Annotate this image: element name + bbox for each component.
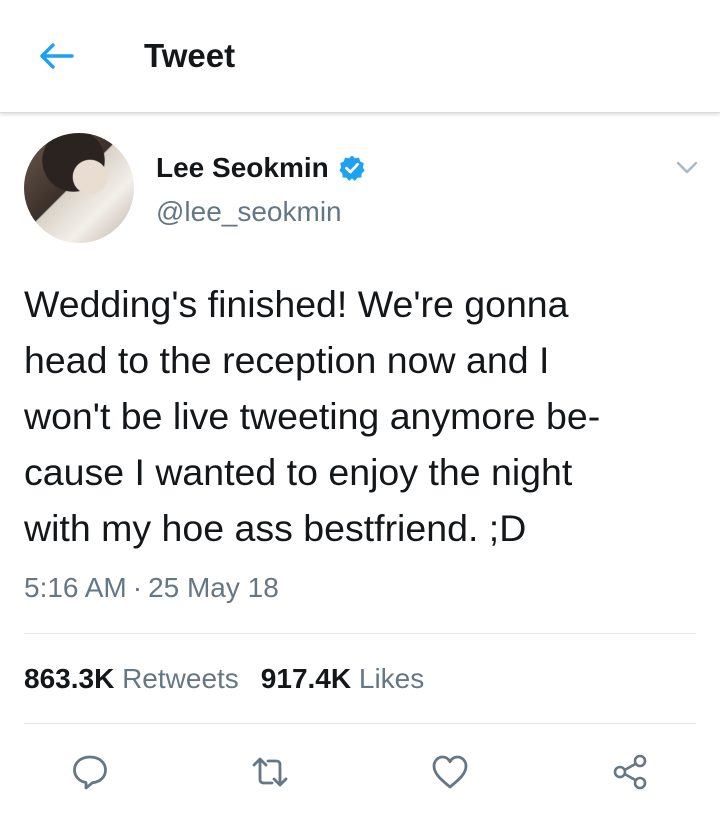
avatar[interactable] bbox=[24, 133, 134, 243]
retweet-icon bbox=[252, 757, 288, 787]
likes-stat[interactable]: 917.4K Likes bbox=[261, 663, 424, 694]
tweet-text-line: Wedding's finished! We're gonna bbox=[24, 283, 569, 325]
divider bbox=[24, 633, 696, 634]
tweet-text-line: won't be live tweeting anymore be- bbox=[24, 395, 601, 437]
tweet-text: Wedding's finished! We're gonna head to … bbox=[24, 276, 704, 556]
retweets-count: 863.3K bbox=[24, 663, 115, 694]
retweets-stat[interactable]: 863.3K Retweets bbox=[24, 663, 239, 694]
like-button[interactable] bbox=[428, 750, 472, 794]
likes-count: 917.4K bbox=[260, 663, 352, 694]
share-icon bbox=[613, 754, 647, 790]
tweet-text-line: with my hoe ass bestfriend. ;D bbox=[24, 507, 527, 549]
divider bbox=[24, 723, 696, 724]
chevron-down-icon[interactable] bbox=[674, 154, 700, 180]
author-name[interactable]: Lee Seokmin bbox=[156, 150, 329, 186]
tweet-time: 5:16 AM bbox=[24, 572, 127, 603]
share-button[interactable] bbox=[608, 750, 652, 794]
tweet-text-line: cause I wanted to enjoy the night bbox=[24, 451, 573, 493]
tweet-text-line: head to the reception now and I bbox=[24, 339, 550, 381]
back-button[interactable] bbox=[34, 34, 78, 78]
author-handle[interactable]: @lee_seokmin bbox=[156, 194, 342, 230]
likes-label: Likes bbox=[358, 663, 425, 694]
tweet-stats: 863.3K Retweets 917.4K Likes bbox=[24, 661, 424, 697]
retweet-button[interactable] bbox=[248, 750, 292, 794]
reply-button[interactable] bbox=[68, 750, 112, 794]
timestamp-separator: · bbox=[132, 572, 143, 603]
reply-icon bbox=[73, 755, 107, 790]
verified-badge-icon bbox=[339, 155, 365, 181]
arrow-left-icon bbox=[40, 43, 74, 69]
tweet-date: 25 May 18 bbox=[148, 572, 279, 603]
retweets-label: Retweets bbox=[122, 663, 239, 694]
top-bar: Tweet bbox=[0, 0, 720, 113]
heart-icon bbox=[432, 755, 468, 789]
tweet-timestamp: 5:16 AM · 25 May 18 bbox=[24, 570, 279, 606]
page-title: Tweet bbox=[144, 37, 236, 74]
